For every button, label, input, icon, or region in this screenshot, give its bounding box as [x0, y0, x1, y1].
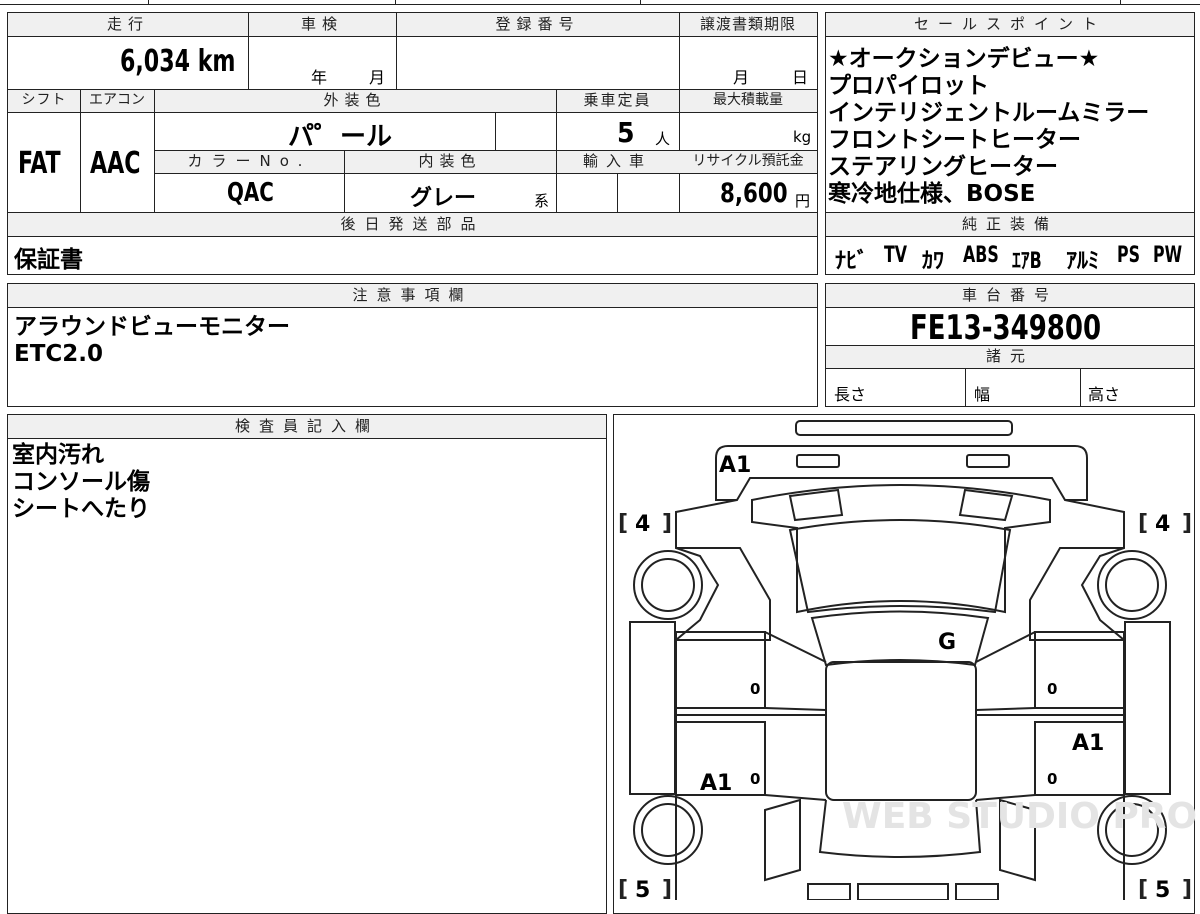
door-right-front-value: 0 — [1047, 680, 1057, 698]
door-left-rear-value: 0 — [750, 770, 760, 788]
mark-right-rear-door: A1 — [1072, 731, 1104, 756]
door-left-front-value: 0 — [750, 680, 760, 698]
bracket-rl: [ — [618, 877, 628, 900]
tire-front-right-value: 4 — [1155, 512, 1170, 537]
bracket-fr: ] — [1182, 511, 1192, 536]
bracket-fr: [ — [1138, 511, 1148, 536]
front-bumper-icon — [715, 445, 1088, 501]
roof-lamp-icon — [795, 420, 1013, 436]
mark-front: A1 — [719, 453, 751, 478]
hood-icon — [751, 484, 1051, 614]
mark-left-rear-door: A1 — [700, 771, 732, 796]
tire-brackets: [ ] [ ] [ ] [ ] — [618, 511, 1192, 900]
tire-rear-left-value: 5 — [635, 878, 650, 900]
bracket-rl: ] — [662, 877, 672, 900]
roof-icon — [810, 610, 990, 667]
bracket-fl: ] — [662, 511, 672, 536]
door-right-rear-value: 0 — [1047, 770, 1057, 788]
windshield-icon — [788, 519, 1012, 614]
tire-icon — [1097, 550, 1167, 620]
watermark: WEB STUDIO PRO — [842, 796, 1197, 837]
tire-icon — [633, 550, 703, 620]
bracket-fl: [ — [618, 511, 628, 536]
bracket-rr: ] — [1182, 877, 1192, 900]
bracket-rr: [ — [1138, 877, 1148, 900]
tire-icon — [633, 795, 703, 865]
body-outline-icon — [675, 499, 1125, 900]
car-diagram: [ ] [ ] [ ] [ ] 4 4 5 5 A1 G A1 A1 0 0 0… — [618, 420, 1197, 900]
mark-windshield: G — [938, 630, 956, 655]
tire-rear-right-value: 5 — [1155, 878, 1170, 900]
tire-front-left-value: 4 — [635, 512, 650, 537]
